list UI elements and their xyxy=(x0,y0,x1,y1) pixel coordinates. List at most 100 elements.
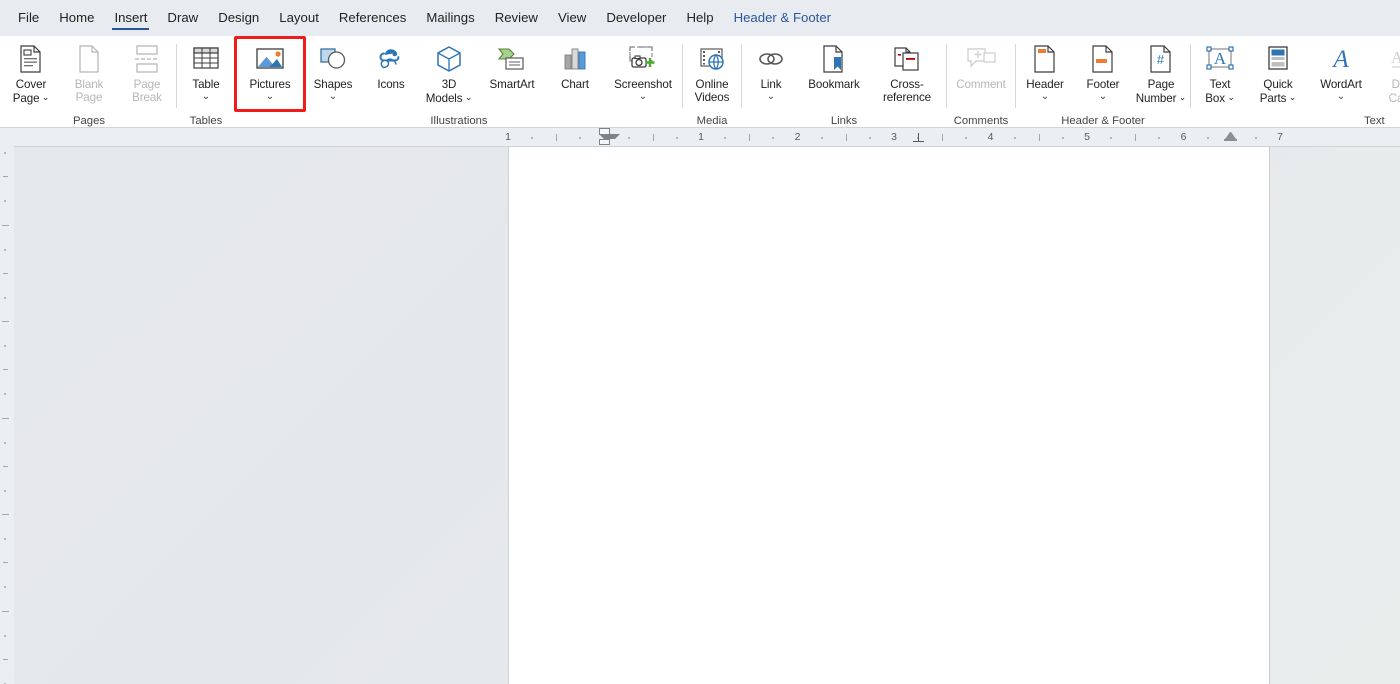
ruler-tick xyxy=(820,137,823,139)
chevron-down-icon[interactable]: ⌄ xyxy=(1225,92,1235,102)
header-button[interactable]: Header ⌄ xyxy=(1016,39,1074,109)
group-items: Pictures ⌄ Shapes ⌄ Icons 3D Models ⌄ Smart… xyxy=(236,36,682,114)
tab-stop-marker[interactable] xyxy=(912,133,924,142)
text-box-button[interactable]: A Text Box ⌄ xyxy=(1191,39,1249,109)
chevron-down-icon[interactable]: ⌄ xyxy=(1099,92,1107,102)
label-line1: Page xyxy=(133,78,161,91)
blank-page-icon xyxy=(75,43,103,75)
chevron-down-icon[interactable]: ⌄ xyxy=(266,92,274,102)
footer-label: Footer xyxy=(1087,78,1120,91)
document-page[interactable] xyxy=(508,146,1270,684)
tab-view[interactable]: View xyxy=(548,4,596,32)
vertical-ruler-tick xyxy=(4,538,6,541)
tab-help[interactable]: Help xyxy=(676,4,723,32)
footer-button[interactable]: Footer ⌄ xyxy=(1074,39,1132,109)
label-line2: Page xyxy=(75,91,103,104)
label-line2: Parts xyxy=(1259,92,1287,105)
group-items: Online Videos xyxy=(683,36,741,114)
ruler-tick xyxy=(652,134,654,141)
first-line-indent-marker[interactable] xyxy=(599,128,620,139)
chevron-down-icon[interactable]: ⌄ xyxy=(1176,92,1187,102)
tab-review[interactable]: Review xyxy=(485,4,548,32)
tab-insert[interactable]: Insert xyxy=(104,4,157,32)
link-button[interactable]: Link ⌄ xyxy=(742,39,800,109)
vertical-ruler-tick xyxy=(4,586,6,589)
ruler-tick xyxy=(868,137,871,139)
label-line1: Footer xyxy=(1086,78,1120,91)
group-label-text: Text xyxy=(1363,115,1385,127)
pictures-button[interactable]: Pictures ⌄ xyxy=(236,39,304,109)
online-videos-button[interactable]: Online Videos xyxy=(683,39,741,109)
comment-label: Comment xyxy=(956,78,1006,91)
label-line2: Models xyxy=(425,92,463,105)
chevron-down-icon[interactable]: ⌄ xyxy=(202,92,210,102)
ruler-tick xyxy=(1013,137,1016,139)
tab-developer[interactable]: Developer xyxy=(596,4,676,32)
label-line2: Number xyxy=(1135,92,1177,105)
tab-mailings[interactable]: Mailings xyxy=(416,4,484,32)
left-indent-marker[interactable] xyxy=(599,139,610,145)
ruler-number: 2 xyxy=(794,131,801,143)
wordart-button[interactable]: A WordArt ⌄ xyxy=(1307,39,1375,109)
label-line1: Chart xyxy=(561,78,589,91)
label-line1: Screenshot xyxy=(614,78,672,91)
chevron-down-icon[interactable]: ⌄ xyxy=(1286,92,1297,102)
chevron-down-icon[interactable]: ⌄ xyxy=(1041,92,1049,102)
drop-cap-label: DropCap ⌄ xyxy=(1389,78,1400,105)
ruler-tick xyxy=(1038,134,1040,141)
tab-header-footer[interactable]: Header & Footer xyxy=(724,4,842,32)
group-items: Cover Page ⌄ Blank Page Page Break xyxy=(2,36,176,114)
ruler-tick xyxy=(1206,137,1209,139)
chevron-down-icon[interactable]: ⌄ xyxy=(1337,92,1345,102)
tab-file[interactable]: File xyxy=(8,4,49,32)
blank-page-label: Blank Page xyxy=(75,78,104,104)
chart-button[interactable]: Chart xyxy=(546,39,604,109)
right-indent-marker[interactable] xyxy=(1225,132,1237,139)
ribbon-group-header-footer: Header ⌄ Footer ⌄ # Page Number ⌄ Header & F… xyxy=(1016,36,1190,128)
group-label-pages: Pages xyxy=(72,115,106,127)
ruler-tick xyxy=(556,134,558,141)
vertical-ruler-tick xyxy=(2,514,9,515)
ribbon-group-pages: Cover Page ⌄ Blank Page Page Break Pages xyxy=(2,36,176,128)
group-items: Header ⌄ Footer ⌄ # Page Number ⌄ xyxy=(1016,36,1190,114)
tab-layout[interactable]: Layout xyxy=(269,4,329,32)
smartart-button[interactable]: SmartArt xyxy=(478,39,546,109)
horizontal-ruler[interactable]: 1 1 2 3 4 5 6 7 xyxy=(0,128,1400,146)
cover-page-button[interactable]: Cover Page ⌄ xyxy=(2,39,60,109)
label-line2: Box xyxy=(1205,92,1225,105)
header-icon xyxy=(1032,43,1058,75)
screenshot-button[interactable]: Screenshot ⌄ xyxy=(604,39,682,109)
table-button[interactable]: Table ⌄ xyxy=(177,39,235,109)
tab-references[interactable]: References xyxy=(329,4,416,32)
shapes-button[interactable]: Shapes ⌄ xyxy=(304,39,362,109)
ruler-tick xyxy=(942,134,944,141)
ribbon-group-media: Online Videos Media xyxy=(683,36,741,128)
3d-models-label: 3D Models ⌄ xyxy=(426,78,473,105)
text-box-label: Text Box ⌄ xyxy=(1205,78,1235,105)
label-line1: Drop xyxy=(1391,78,1400,91)
chevron-down-icon[interactable]: ⌄ xyxy=(639,92,647,102)
text-box-icon: A xyxy=(1205,43,1235,75)
tab-design[interactable]: Design xyxy=(208,4,269,32)
vertical-ruler[interactable] xyxy=(0,146,14,684)
vertical-ruler-tick xyxy=(3,176,8,178)
3d-models-icon xyxy=(435,43,463,75)
quick-parts-button[interactable]: Quick Parts ⌄ xyxy=(1249,39,1307,109)
tab-draw[interactable]: Draw xyxy=(157,4,208,32)
page-number-button[interactable]: # Page Number ⌄ xyxy=(1132,39,1190,109)
ruler-number: 6 xyxy=(1180,131,1187,143)
chevron-down-icon[interactable]: ⌄ xyxy=(462,92,473,102)
icons-button[interactable]: Icons xyxy=(362,39,420,109)
bookmark-button[interactable]: Bookmark xyxy=(800,39,868,109)
3d-models-button[interactable]: 3D Models ⌄ xyxy=(420,39,478,109)
label-line1: SmartArt xyxy=(489,78,535,91)
vertical-ruler-tick xyxy=(4,248,6,251)
chevron-down-icon[interactable]: ⌄ xyxy=(767,92,775,102)
cross-reference-button[interactable]: Cross-reference xyxy=(868,39,946,109)
smartart-icon xyxy=(497,43,527,75)
tab-home[interactable]: Home xyxy=(49,4,104,32)
ribbon: Cover Page ⌄ Blank Page Page Break Pages Tab… xyxy=(0,36,1400,128)
chevron-down-icon[interactable]: ⌄ xyxy=(39,92,50,102)
group-label-header-footer: Header & Footer xyxy=(1061,115,1145,127)
chevron-down-icon[interactable]: ⌄ xyxy=(329,92,337,102)
